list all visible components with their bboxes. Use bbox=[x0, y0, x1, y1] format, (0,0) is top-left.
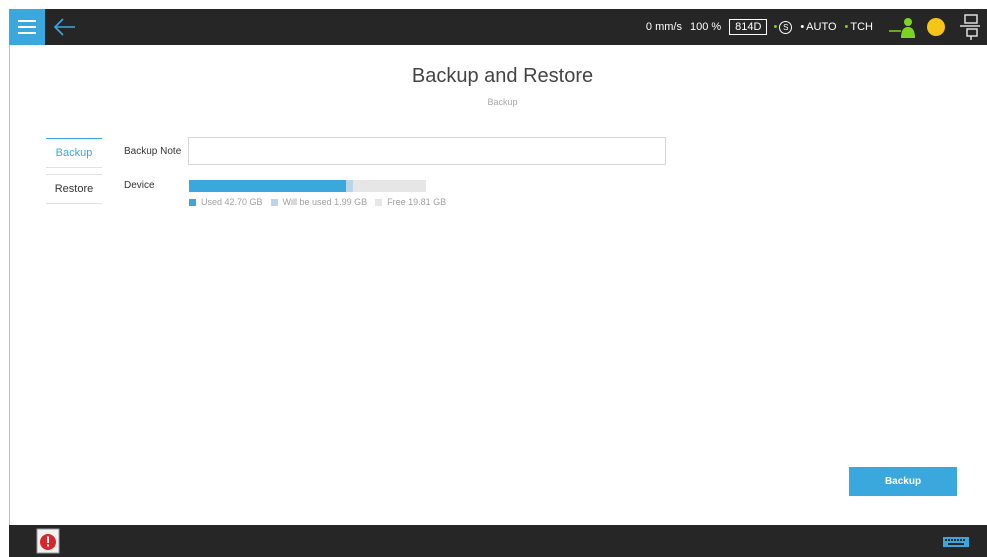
page-title: Backup and Restore bbox=[411, 65, 594, 87]
io-connector-icon[interactable] bbox=[957, 12, 983, 42]
legend-free-label: Free 19.81 GB bbox=[387, 197, 447, 207]
back-arrow-icon[interactable] bbox=[51, 13, 79, 41]
hamburger-menu-icon[interactable] bbox=[9, 9, 45, 45]
alarm-warning-icon[interactable] bbox=[36, 528, 60, 554]
content-left-border bbox=[9, 45, 10, 525]
servo-icon[interactable]: S bbox=[779, 20, 793, 34]
legend-free-swatch bbox=[375, 198, 383, 206]
override-readout[interactable]: 100 % bbox=[690, 21, 721, 33]
legend-free: Free 19.81 GB bbox=[375, 197, 446, 207]
storage-legend: Used 42.70 GB Will be used 1.99 GB Free … bbox=[189, 197, 454, 207]
legend-used: Used 42.70 GB bbox=[189, 197, 263, 207]
tab-backup[interactable]: Backup bbox=[46, 138, 102, 168]
bottom-bar bbox=[9, 525, 987, 557]
status-area: 0 mm/s 100 % 814D • S • AUTO • TCH bbox=[646, 9, 987, 45]
servo-status-dot: • bbox=[773, 21, 778, 33]
yellow-status-dot-icon[interactable] bbox=[927, 18, 945, 36]
keyboard-icon[interactable] bbox=[943, 537, 969, 547]
storage-used-segment bbox=[189, 180, 346, 192]
storage-will-be-used-segment bbox=[345, 180, 354, 192]
backup-note-input[interactable] bbox=[188, 137, 666, 165]
legend-used-label: Used 42.70 GB bbox=[201, 197, 263, 207]
frame-indicator[interactable]: TCH bbox=[850, 21, 873, 33]
legend-will-swatch bbox=[270, 198, 278, 206]
page-subtitle: Backup bbox=[487, 97, 518, 107]
mode-status-dot: • bbox=[800, 21, 805, 33]
frame-status-dot: • bbox=[844, 21, 849, 33]
speed-readout: 0 mm/s bbox=[645, 21, 682, 33]
top-bar: 0 mm/s 100 % 814D • S • AUTO • TCH bbox=[9, 9, 987, 45]
tool-selector[interactable]: 814D bbox=[729, 19, 768, 35]
side-tabs: Backup Restore bbox=[46, 138, 102, 204]
tab-restore[interactable]: Restore bbox=[46, 174, 102, 204]
legend-used-swatch bbox=[189, 198, 196, 206]
device-label: Device bbox=[124, 180, 155, 191]
app-window: 0 mm/s 100 % 814D • S • AUTO • TCH Backu… bbox=[0, 0, 987, 557]
robot-user-icon[interactable] bbox=[887, 14, 917, 40]
legend-will-label: Will be used 1.99 GB bbox=[282, 197, 368, 207]
mode-indicator[interactable]: AUTO bbox=[806, 21, 836, 33]
storage-usage-bar bbox=[189, 180, 426, 192]
legend-will-be-used: Will be used 1.99 GB bbox=[270, 197, 368, 207]
backup-button[interactable]: Backup bbox=[849, 467, 957, 496]
backup-note-label: Backup Note bbox=[124, 146, 182, 157]
